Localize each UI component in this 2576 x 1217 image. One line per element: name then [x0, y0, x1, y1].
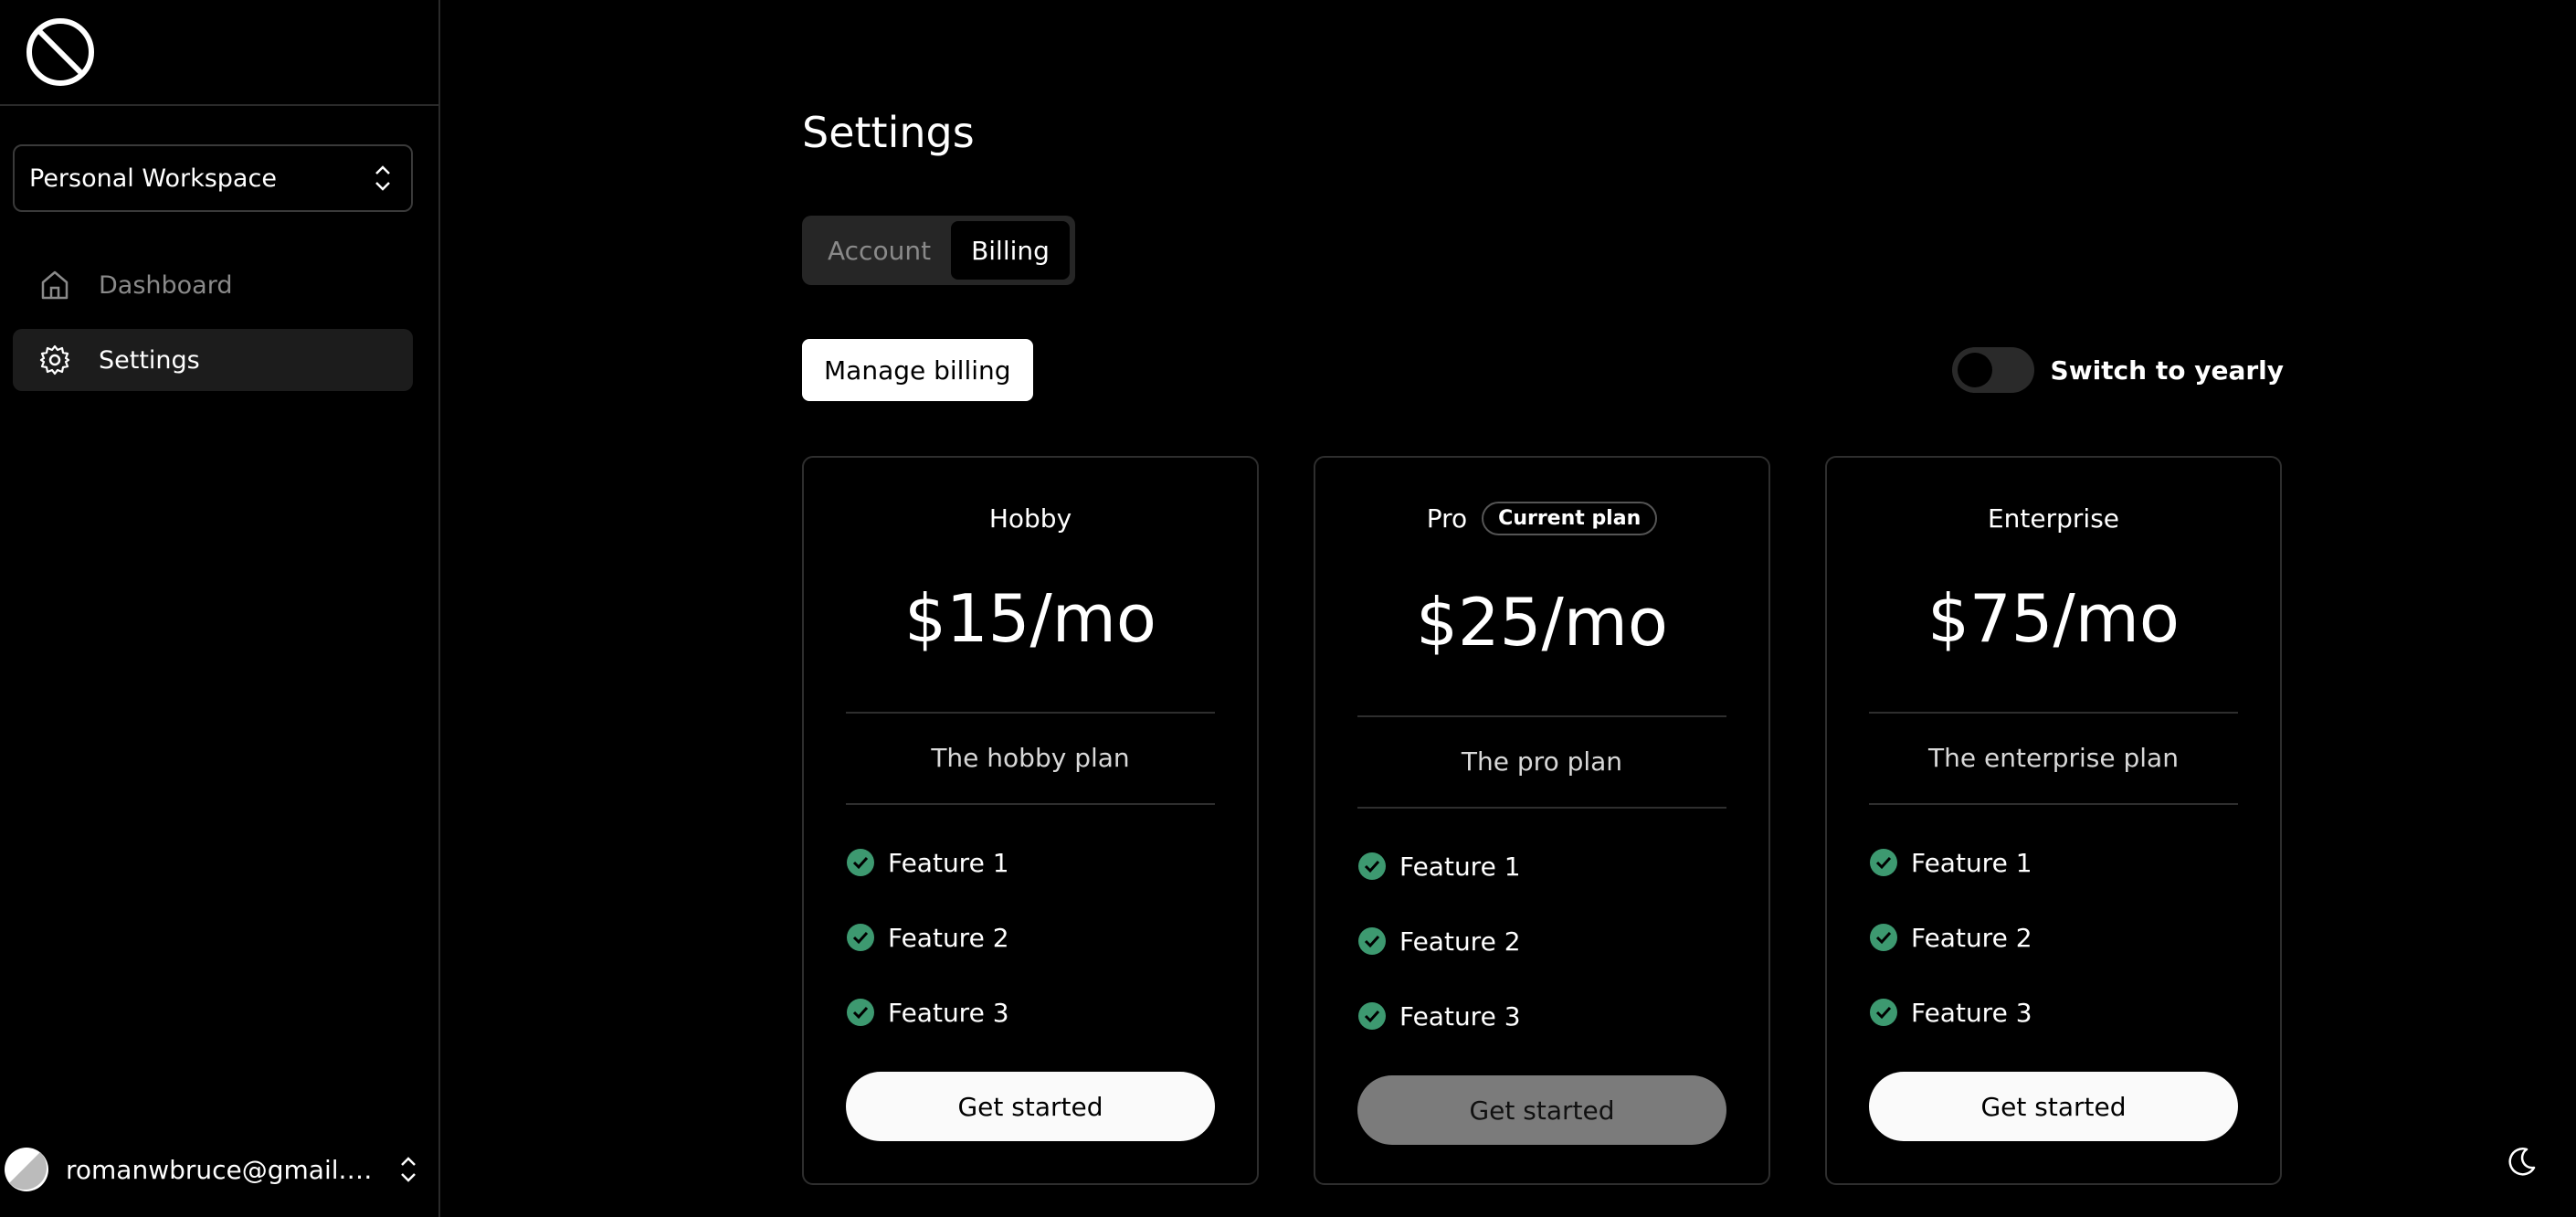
sidebar-header	[0, 0, 438, 106]
main-content: Settings Account Billing Manage billing …	[442, 0, 2576, 1217]
tab-billing[interactable]: Billing	[951, 221, 1070, 280]
check-circle-icon	[847, 999, 874, 1026]
plan-card-pro: Pro Current plan $25/mo The pro plan Fea…	[1314, 456, 1770, 1185]
feature-label: Feature 2	[888, 922, 1009, 953]
plan-name: Enterprise	[1987, 503, 2120, 534]
check-circle-icon	[1870, 924, 1897, 951]
divider	[1357, 715, 1726, 717]
toggle-switch[interactable]	[1951, 347, 2034, 393]
plan-description: The pro plan	[1461, 746, 1623, 777]
chevron-updown-icon	[375, 165, 390, 191]
workspace-selector[interactable]: Personal Workspace	[13, 144, 413, 212]
feature-label: Feature 2	[1911, 922, 2032, 953]
user-email: romanwbruce@gmail.co…	[66, 1154, 380, 1185]
check-circle-icon	[1358, 927, 1386, 955]
feature-label: Feature 3	[888, 997, 1009, 1028]
plan-name-row: Pro Current plan	[1315, 500, 1768, 536]
chevron-updown-icon	[401, 1157, 416, 1182]
current-plan-badge: Current plan	[1482, 501, 1658, 535]
feature-label: Feature 3	[1399, 1000, 1521, 1032]
sidebar-nav: Dashboard Settings	[13, 254, 413, 404]
check-circle-icon	[1870, 999, 1897, 1026]
feature-list: Feature 1 Feature 2 Feature 3	[846, 825, 1009, 1050]
check-circle-icon	[847, 849, 874, 876]
get-started-button[interactable]: Get started	[1357, 1075, 1726, 1145]
feature-item: Feature 3	[846, 975, 1009, 1050]
moon-icon[interactable]	[2503, 1144, 2539, 1180]
toggle-label: Switch to yearly	[2050, 355, 2284, 386]
check-circle-icon	[1358, 852, 1386, 880]
divider	[1869, 712, 2238, 714]
user-menu[interactable]: romanwbruce@gmail.co…	[0, 1122, 438, 1217]
plan-description: The enterprise plan	[1928, 743, 2179, 773]
feature-list: Feature 1 Feature 2 Feature 3	[1357, 829, 1521, 1053]
get-started-button[interactable]: Get started	[846, 1072, 1215, 1141]
divider	[846, 712, 1215, 714]
plan-description: The hobby plan	[931, 743, 1130, 773]
manage-billing-button[interactable]: Manage billing	[802, 339, 1033, 401]
tab-account[interactable]: Account	[808, 221, 951, 280]
yearly-toggle[interactable]: Switch to yearly	[1951, 345, 2284, 395]
sidebar-item-label: Dashboard	[99, 270, 233, 300]
plan-price: $15/mo	[904, 580, 1156, 657]
plan-name: Hobby	[988, 503, 1072, 534]
plan-price: $25/mo	[1416, 584, 1668, 661]
toggle-knob	[1957, 353, 1992, 387]
workspace-name: Personal Workspace	[29, 164, 277, 193]
check-circle-icon	[1870, 849, 1897, 876]
plan-name-row: Enterprise	[1827, 500, 2280, 536]
feature-label: Feature 1	[888, 847, 1009, 878]
pricing-cards: Hobby $15/mo The hobby plan Feature 1 Fe…	[802, 456, 2282, 1185]
gear-icon	[39, 344, 70, 376]
logo-icon[interactable]	[26, 17, 95, 87]
plan-price: $75/mo	[1927, 580, 2180, 657]
avatar	[5, 1148, 48, 1191]
feature-label: Feature 1	[1911, 847, 2032, 878]
app: Personal Workspace Dashboard Settings ro…	[0, 0, 2576, 1217]
divider	[1869, 803, 2238, 805]
feature-item: Feature 2	[1869, 900, 2032, 975]
sidebar-item-dashboard[interactable]: Dashboard	[13, 254, 413, 316]
page-title: Settings	[802, 108, 975, 157]
home-icon	[41, 270, 69, 300]
feature-item: Feature 1	[1869, 825, 2032, 900]
sidebar: Personal Workspace Dashboard Settings ro…	[0, 0, 440, 1217]
sidebar-item-settings[interactable]: Settings	[13, 329, 413, 391]
divider	[846, 803, 1215, 805]
check-circle-icon	[1358, 1002, 1386, 1030]
feature-list: Feature 1 Feature 2 Feature 3	[1869, 825, 2032, 1050]
plan-name-row: Hobby	[804, 500, 1257, 536]
plan-card-hobby: Hobby $15/mo The hobby plan Feature 1 Fe…	[802, 456, 1259, 1185]
feature-label: Feature 1	[1399, 851, 1521, 882]
settings-tabs: Account Billing	[802, 216, 1075, 285]
plan-name: Pro	[1426, 503, 1468, 534]
plan-card-enterprise: Enterprise $75/mo The enterprise plan Fe…	[1825, 456, 2282, 1185]
feature-item: Feature 1	[846, 825, 1009, 900]
feature-item: Feature 3	[1357, 979, 1521, 1053]
sidebar-item-label: Settings	[99, 345, 200, 375]
feature-item: Feature 1	[1357, 829, 1521, 904]
check-circle-icon	[847, 924, 874, 951]
feature-label: Feature 3	[1911, 997, 2032, 1028]
feature-item: Feature 3	[1869, 975, 2032, 1050]
feature-label: Feature 2	[1399, 926, 1521, 957]
divider	[1357, 807, 1726, 809]
get-started-button[interactable]: Get started	[1869, 1072, 2238, 1141]
feature-item: Feature 2	[1357, 904, 1521, 979]
feature-item: Feature 2	[846, 900, 1009, 975]
